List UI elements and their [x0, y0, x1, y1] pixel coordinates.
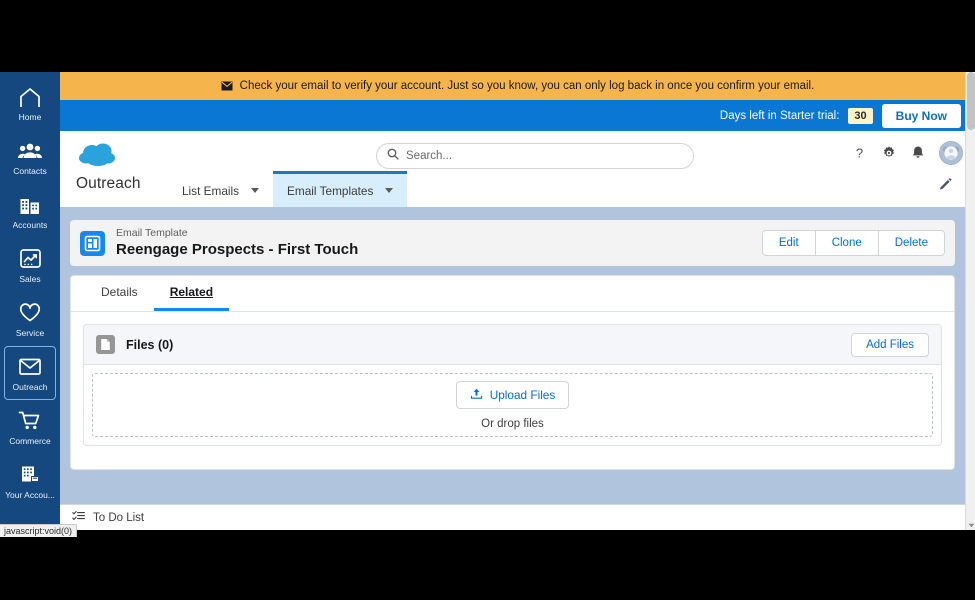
utility-item-label: To Do List [93, 511, 145, 524]
service-heart-icon [18, 301, 42, 325]
buy-now-button[interactable]: Buy Now [881, 103, 961, 128]
rail-label: Accounts [12, 219, 48, 230]
search-input[interactable] [406, 150, 683, 162]
rail-item-home[interactable]: Home [4, 76, 56, 130]
app-header: Outreach List Emails Email Templates Sea… [60, 131, 975, 207]
commerce-cart-icon [18, 409, 42, 433]
record-action-buttons: Edit Clone Delete [761, 230, 945, 256]
todo-list-icon [72, 510, 85, 525]
app-navigation-rail: Home Contacts Accounts Sales Service Out… [0, 72, 60, 530]
sales-chart-icon [18, 247, 42, 271]
add-files-button[interactable]: Add Files [851, 332, 929, 357]
chevron-down-icon[interactable] [251, 188, 260, 193]
setup-gear-icon[interactable] [881, 145, 897, 161]
your-account-building-icon [18, 463, 42, 487]
record-type-label: Email Template [116, 227, 188, 239]
nav-tab-label: List Emails [182, 183, 240, 198]
record-detail-tabs: Details Related [71, 276, 954, 312]
trial-status-bar: Days left in Starter trial: 30 Buy Now [60, 100, 975, 131]
rail-label: Sales [19, 273, 41, 284]
rail-item-commerce[interactable]: Commerce [4, 400, 56, 454]
trial-days-badge: 30 [848, 107, 873, 124]
rail-label: Outreach [12, 381, 48, 392]
edit-button[interactable]: Edit [762, 231, 816, 255]
header-action-icons: ? [852, 141, 963, 165]
record-page-area: Email Template Reengage Prospects - Firs… [60, 207, 975, 530]
contacts-icon [18, 139, 42, 163]
pencil-icon[interactable] [938, 177, 953, 197]
rail-label: Service [15, 327, 45, 338]
global-search[interactable] [376, 143, 694, 169]
record-header: Email Template Reengage Prospects - Firs… [70, 220, 955, 266]
rail-item-outreach[interactable]: Outreach [4, 346, 56, 400]
app-name: Outreach [76, 175, 141, 192]
browser-status-tooltip: javascript:void(0) [0, 524, 78, 537]
nav-tab-email-templates[interactable]: Email Templates [273, 171, 408, 207]
drop-files-hint: Or drop files [481, 417, 544, 430]
rail-label: Commerce [9, 435, 51, 446]
rail-item-contacts[interactable]: Contacts [4, 130, 56, 184]
svg-text:?: ? [856, 146, 863, 161]
tab-label: Related [169, 285, 214, 299]
rail-item-accounts[interactable]: Accounts [4, 184, 56, 238]
accounts-icon [18, 193, 42, 217]
rail-item-sales[interactable]: Sales [4, 238, 56, 292]
file-drop-zone[interactable]: Upload Files Or drop files [92, 373, 933, 437]
tab-related[interactable]: Related [153, 276, 230, 311]
rail-item-service[interactable]: Service [4, 292, 56, 346]
tab-label: Details [101, 285, 138, 299]
rail-label: Your Accou... [5, 489, 55, 500]
outreach-envelope-icon [18, 355, 42, 379]
clone-button[interactable]: Clone [815, 231, 879, 255]
email-template-record-icon [80, 230, 105, 256]
salesforce-cloud-logo [74, 137, 124, 173]
nav-tab-list-emails[interactable]: List Emails [168, 171, 273, 207]
home-icon [18, 85, 42, 109]
trial-days-label: Days left in Starter trial: [719, 109, 840, 122]
upload-arrow-icon [470, 387, 483, 403]
utility-bar: To Do List [60, 504, 975, 530]
files-card-header: Files (0) Add Files [84, 325, 941, 365]
record-title-block: Email Template Reengage Prospects - Firs… [116, 227, 358, 259]
tab-details[interactable]: Details [85, 276, 154, 311]
record-name: Reengage Prospects - First Touch [116, 241, 359, 258]
rail-label: Home [18, 111, 42, 122]
envelope-icon [221, 81, 233, 91]
verify-banner-message: Check your email to verify your account.… [239, 80, 815, 92]
user-avatar[interactable] [939, 141, 963, 165]
utility-item-to-do-list[interactable]: To Do List [72, 510, 144, 525]
upload-files-label: Upload Files [489, 387, 556, 402]
notifications-bell-icon[interactable] [911, 145, 925, 161]
rail-item-your-account[interactable]: Your Accou... [4, 454, 56, 508]
file-document-icon [96, 335, 115, 354]
nav-tab-label: Email Templates [287, 183, 374, 198]
vertical-scrollbar[interactable] [965, 72, 975, 530]
delete-button[interactable]: Delete [878, 231, 944, 255]
browser-viewport: Home Contacts Accounts Sales Service Out… [0, 72, 975, 530]
email-verification-banner: Check your email to verify your account.… [60, 72, 975, 100]
record-content-card: Details Related Files (0) Add Files Uplo… [70, 275, 955, 470]
search-icon [387, 147, 399, 165]
help-icon[interactable]: ? [852, 145, 867, 161]
scrollbar-thumb[interactable] [967, 72, 975, 130]
app-nav-tabs: List Emails Email Templates [168, 171, 408, 207]
rail-label: Contacts [13, 165, 47, 176]
upload-files-button[interactable]: Upload Files [455, 380, 570, 409]
chevron-down-icon[interactable] [385, 188, 394, 193]
main-content-column: Check your email to verify your account.… [60, 72, 975, 530]
scroll-down-arrow-icon[interactable] [966, 520, 975, 530]
files-card-title: Files (0) [126, 337, 174, 352]
files-related-list: Files (0) Add Files Upload Files Or drop… [83, 324, 942, 446]
